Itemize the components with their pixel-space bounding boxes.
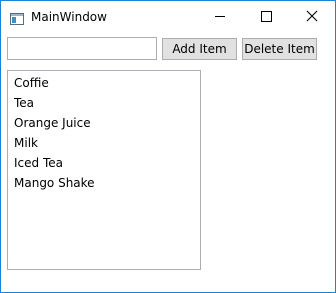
close-icon [306, 10, 318, 22]
list-item[interactable]: Mango Shake [8, 173, 200, 193]
list-item[interactable]: Coffie [8, 73, 200, 93]
items-listbox[interactable]: Coffie Tea Orange Juice Milk Iced Tea Ma… [7, 70, 201, 270]
close-button[interactable] [289, 1, 335, 32]
add-item-button[interactable]: Add Item [162, 38, 237, 60]
minimize-icon [215, 16, 225, 17]
title-bar[interactable]: MainWindow [1, 1, 335, 32]
main-window: MainWindow Add Item Delete Item Coffie T… [0, 0, 336, 293]
delete-item-button[interactable]: Delete Item [242, 38, 317, 60]
list-item[interactable]: Milk [8, 133, 200, 153]
app-window-icon [10, 10, 24, 25]
list-item[interactable]: Iced Tea [8, 153, 200, 173]
list-item[interactable]: Orange Juice [8, 113, 200, 133]
minimize-button[interactable] [197, 1, 243, 32]
list-item[interactable]: Tea [8, 93, 200, 113]
maximize-button[interactable] [243, 1, 289, 32]
maximize-icon [261, 11, 272, 22]
item-input[interactable] [7, 37, 157, 60]
window-title: MainWindow [31, 10, 107, 24]
